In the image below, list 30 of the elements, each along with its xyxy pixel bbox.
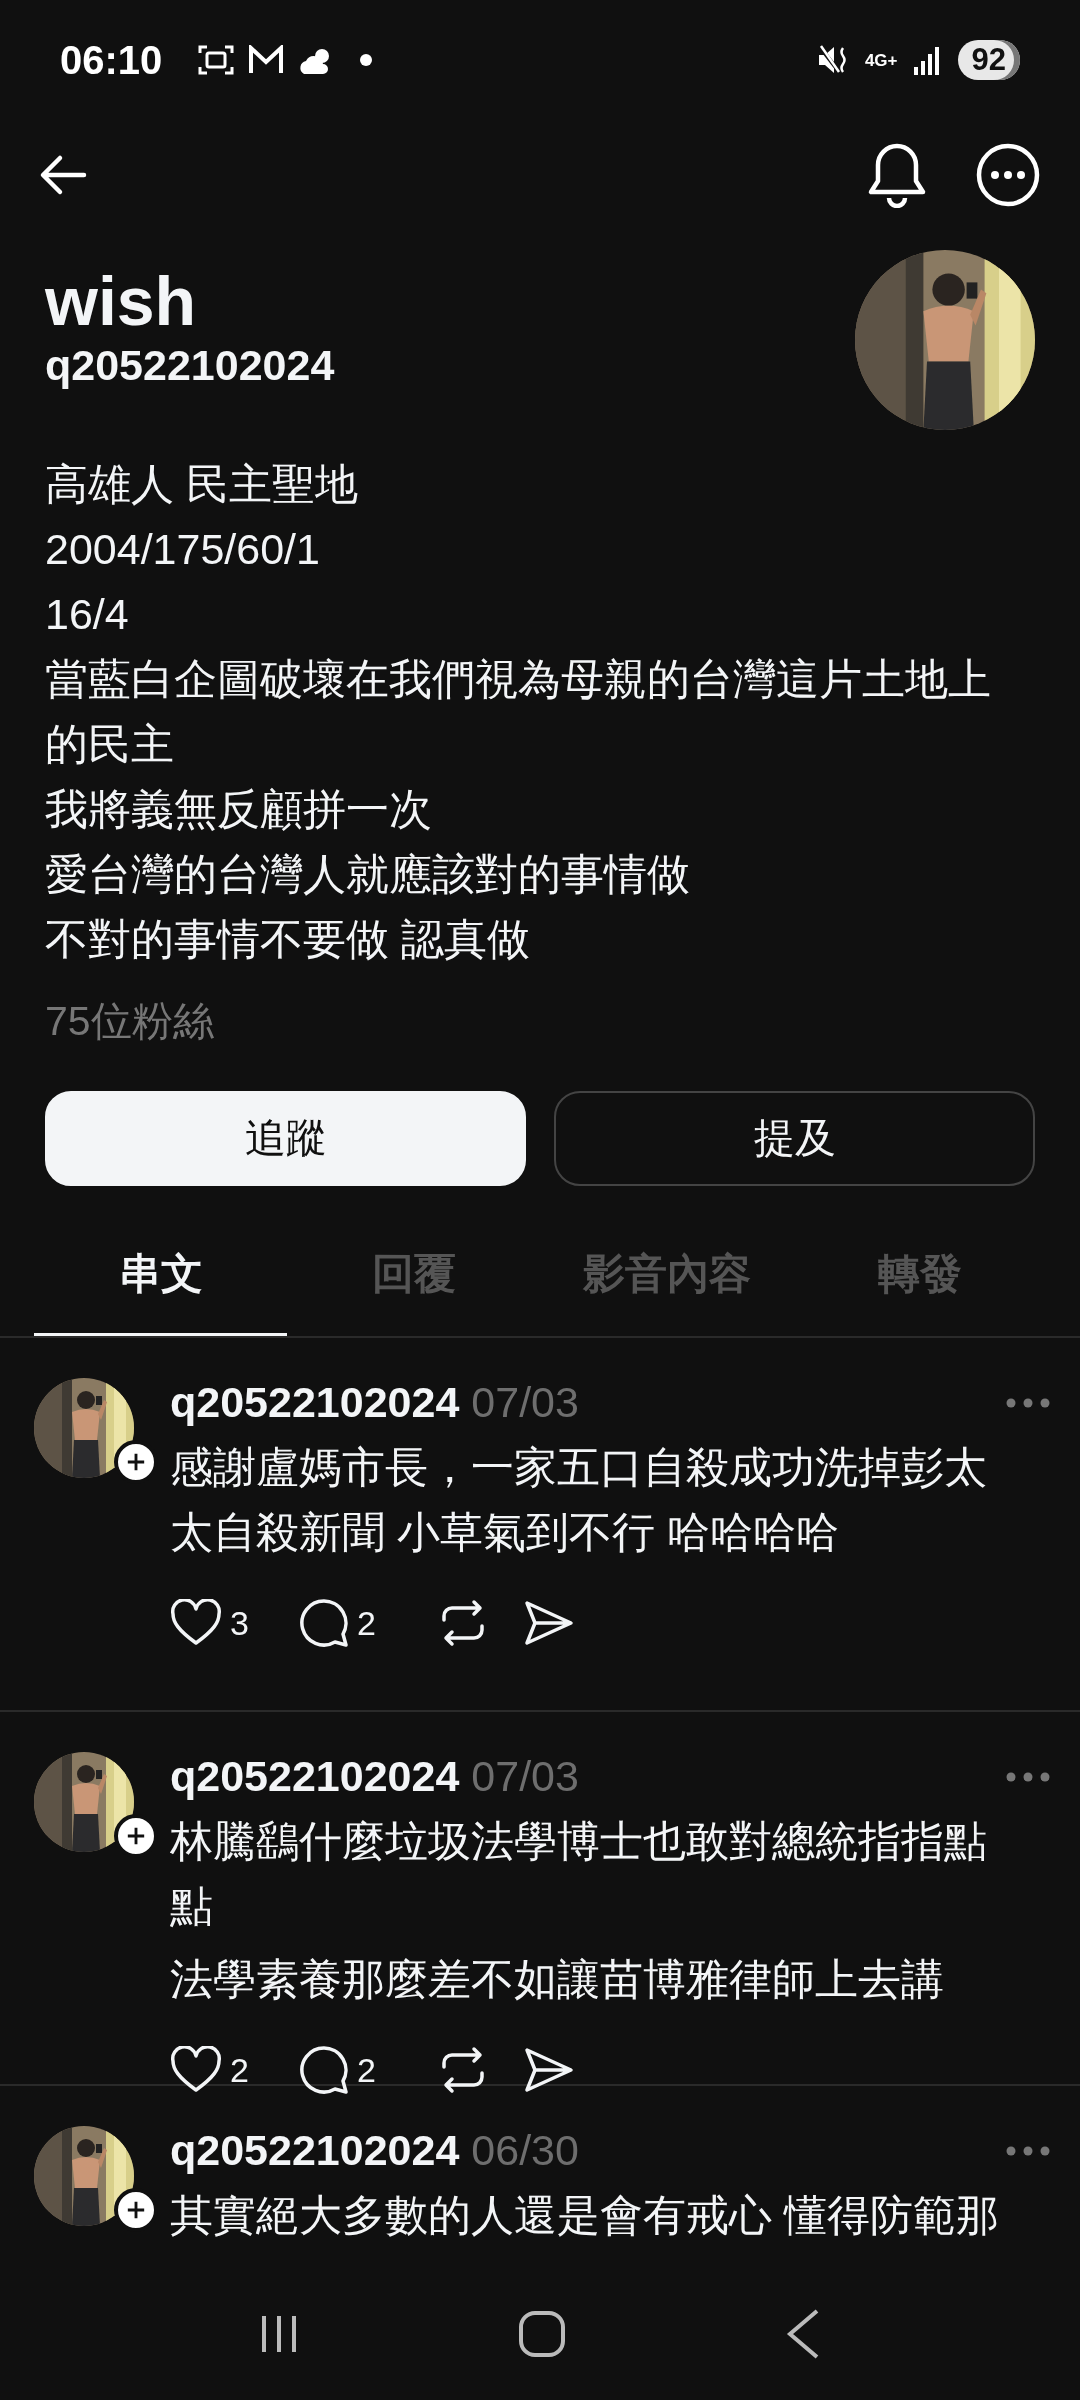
post-date: 07/03 xyxy=(471,1752,580,1801)
profile-username: q20522102024 xyxy=(45,340,336,390)
bio-text: 我將義無反顧拼一次 xyxy=(45,784,433,835)
bio-text: 當藍白企圖破壞在我們視為母親的台灣這片土地上的民主 xyxy=(45,654,992,770)
post-date: 06/30 xyxy=(471,2126,580,2175)
post-text: 法學素養那麼差不如讓苗博雅律師上去講 xyxy=(170,1954,945,2005)
post-text: 感謝盧媽市長，一家五口自殺成功洗掉彭太太自殺新聞 小草氣到不行 哈哈哈哈 xyxy=(170,1442,988,1558)
post-text: 林騰鷂什麼垃圾法學博士也敢對總統指指點點 xyxy=(170,1816,988,1932)
post-username[interactable]: q20522102024 xyxy=(170,2126,460,2175)
tab[interactable]: 串文 xyxy=(34,1224,287,1336)
comment-count: 2 xyxy=(356,1603,376,1643)
post-username[interactable]: q20522102024 xyxy=(170,1378,460,1427)
network-label: 4G+ xyxy=(864,51,898,69)
post-text: 其實絕大多數的人還是會有戒心 懂得防範那 xyxy=(170,2190,1000,2241)
like-count: 2 xyxy=(230,2050,249,2090)
bio-text: 不對的事情不要做 認真做 xyxy=(45,914,531,965)
battery-level: 92 xyxy=(957,40,1020,80)
post-date: 07/03 xyxy=(471,1378,580,1427)
comment-count: 2 xyxy=(356,2050,376,2090)
bio-text: 16/4 xyxy=(45,589,130,640)
bio-text: 高雄人 民主聖地 xyxy=(45,459,359,510)
follower-count[interactable]: 75位粉絲 xyxy=(45,994,1035,1049)
post-username[interactable]: q20522102024 xyxy=(170,1752,460,1801)
mention-button[interactable]: 提及 xyxy=(554,1091,1035,1186)
follow-button[interactable]: 追蹤 xyxy=(45,1091,526,1186)
profile-name: wish xyxy=(45,264,198,339)
bio-text: 2004/175/60/1 xyxy=(45,524,321,575)
like-count: 3 xyxy=(230,1603,249,1643)
bio-text: 愛台灣的台灣人就應該對的事情做 xyxy=(45,849,691,900)
clock: 06:10 xyxy=(60,37,163,83)
